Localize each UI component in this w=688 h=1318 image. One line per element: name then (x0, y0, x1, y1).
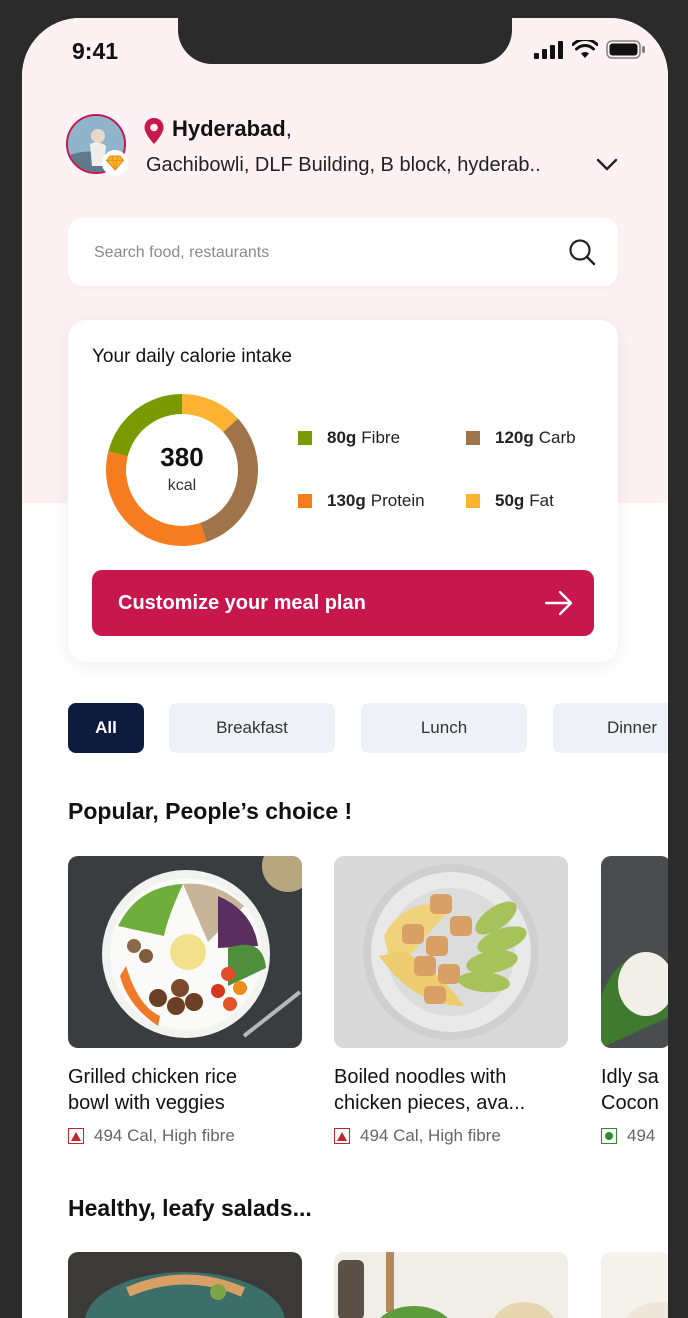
food-name: Boiled noodles with chicken pieces, ava..… (334, 1066, 526, 1114)
location-address[interactable]: Gachibowli, DLF Building, B block, hyder… (146, 154, 541, 177)
non-veg-icon (334, 1128, 350, 1144)
salads-section-title: Healthy, leafy salads... (68, 1195, 312, 1221)
salad-card-image[interactable] (334, 1252, 568, 1318)
status-icons (534, 40, 646, 59)
food-card[interactable]: Boiled noodles with chicken pieces, ava..… (334, 856, 568, 1146)
tab-lunch[interactable]: Lunch (361, 703, 527, 753)
category-tabs: All Breakfast Lunch Dinner (68, 703, 668, 753)
popular-section-title: Popular, People’s choice ! (68, 798, 353, 824)
non-veg-icon (68, 1128, 84, 1144)
calorie-card: Your daily calorie intake 380 kcal 80g F… (68, 320, 618, 662)
calorie-card-title: Your daily calorie intake (92, 346, 292, 367)
food-image (601, 856, 668, 1048)
location-pin-icon (144, 118, 164, 144)
food-meta: 494 Cal, High fibre (334, 1126, 568, 1146)
phone-screen: 9:41 Hyderabad, Gachibowli, DLF Building… (22, 18, 668, 1318)
location-city[interactable]: Hyderabad, (172, 116, 292, 142)
macro-legend-protein: 130g Protein (298, 491, 425, 511)
macro-legend-fat: 50g Fat (466, 491, 554, 511)
premium-badge (102, 150, 128, 176)
chevron-down-icon[interactable] (596, 158, 618, 172)
carb-swatch (466, 431, 480, 445)
food-name: Grilled chicken rice bowl with veggies (68, 1066, 237, 1114)
diamond-icon (106, 155, 124, 171)
device-notch (178, 18, 512, 64)
veg-icon (601, 1128, 617, 1144)
fibre-swatch (298, 431, 312, 445)
food-meta: 494 Cal, High fibre (68, 1126, 302, 1146)
food-card[interactable]: Grilled chicken rice bowl with veggies 49… (68, 856, 302, 1146)
cellular-signal-icon (534, 40, 563, 59)
tab-breakfast[interactable]: Breakfast (169, 703, 335, 753)
calorie-total-unit: kcal (167, 477, 197, 494)
tab-all[interactable]: All (68, 703, 144, 753)
arrow-right-icon (544, 590, 573, 616)
macro-legend-fibre: 80g Fibre (298, 428, 400, 448)
food-card[interactable]: Idly sa Cocon 494 (601, 856, 668, 1146)
customize-meal-plan-button[interactable]: Customize your meal plan (92, 570, 594, 636)
food-image (68, 856, 302, 1048)
salad-card-image[interactable] (601, 1252, 668, 1318)
tab-dinner[interactable]: Dinner (553, 703, 668, 753)
search-bar[interactable] (68, 218, 618, 286)
food-image (334, 856, 568, 1048)
wifi-icon (572, 40, 598, 58)
food-meta: 494 (601, 1126, 668, 1146)
status-time: 9:41 (72, 38, 119, 64)
fat-swatch (466, 494, 480, 508)
macro-legend-carb: 120g Carb (466, 428, 576, 448)
calorie-total-value: 380 (160, 442, 204, 472)
search-icon[interactable] (568, 238, 596, 266)
food-name: Idly sa Cocon (601, 1066, 659, 1114)
battery-icon (606, 40, 645, 59)
salad-card-image[interactable] (68, 1252, 302, 1318)
protein-swatch (298, 494, 312, 508)
search-input[interactable] (92, 238, 536, 268)
